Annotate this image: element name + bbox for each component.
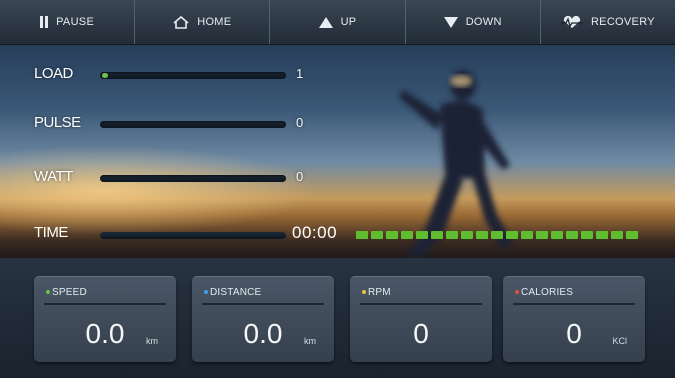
recovery-label: RECOVERY [590, 16, 655, 28]
pause-button[interactable]: PAUSE [0, 0, 136, 44]
time-value: 00:00 [292, 223, 338, 242]
home-icon [173, 15, 189, 29]
watt-bar [100, 175, 286, 182]
heart-recovery-icon [560, 15, 583, 29]
calories-card: CALORIES 0 KCl [503, 276, 645, 362]
pulse-metric: PULSE 0 [34, 114, 334, 134]
pause-icon [40, 16, 49, 28]
home-label: HOME [197, 16, 232, 28]
load-label: LOAD [34, 65, 73, 82]
pulse-bar [100, 121, 286, 128]
load-metric: LOAD 1 [34, 65, 334, 85]
speed-unit: km [146, 336, 158, 346]
calories-unit: KCl [612, 336, 627, 346]
hero-background: LOAD 1 PULSE 0 WATT 0 TIME 00:00 [0, 45, 675, 260]
watt-label: WATT [34, 168, 73, 185]
load-bar-indicator [102, 73, 108, 78]
time-progress-segment [386, 231, 398, 239]
time-progress-segment [506, 231, 518, 239]
home-button[interactable]: HOME [135, 0, 271, 44]
distance-divider [202, 303, 324, 305]
calories-dot [515, 290, 519, 294]
watt-value: 0 [296, 169, 304, 184]
time-progress-segment [521, 231, 533, 239]
pulse-value: 0 [296, 115, 304, 130]
watt-metric: WATT 0 [34, 168, 334, 188]
time-label: TIME [34, 224, 68, 241]
time-progress-segment [596, 231, 608, 239]
distance-title: DISTANCE [210, 287, 262, 298]
calories-divider [513, 303, 635, 305]
time-progress-segment [536, 231, 548, 239]
speed-card: SPEED 0.0 km [34, 276, 176, 362]
time-metric: TIME 00:00 [34, 223, 664, 245]
time-progress-segment [416, 231, 428, 239]
rpm-card: RPM 0 [350, 276, 492, 362]
top-toolbar: PAUSE HOME UP DOWN RECOVERY [0, 0, 675, 45]
time-progress-segment [566, 231, 578, 239]
down-button[interactable]: DOWN [406, 0, 541, 44]
time-progress-segment [401, 231, 413, 239]
up-label: UP [340, 16, 357, 28]
time-progress-segments [356, 231, 638, 239]
pause-label: PAUSE [56, 16, 95, 28]
time-progress-segment [611, 231, 623, 239]
stats-panel: SPEED 0.0 km DISTANCE 0.0 km RPM 0 CALOR… [0, 258, 675, 378]
time-progress-segment [461, 231, 473, 239]
time-progress-segment [356, 231, 368, 239]
distance-unit: km [304, 336, 316, 346]
speed-dot [46, 290, 50, 294]
time-bar [100, 232, 286, 239]
pulse-label: PULSE [34, 114, 81, 131]
rpm-divider [360, 303, 482, 305]
calories-title: CALORIES [521, 287, 574, 298]
time-progress-segment [491, 231, 503, 239]
up-arrow-icon [318, 16, 333, 28]
time-progress-segment [476, 231, 488, 239]
time-progress-segment [446, 231, 458, 239]
rpm-title: RPM [368, 287, 391, 298]
time-progress-segment [551, 231, 563, 239]
up-button[interactable]: UP [270, 0, 406, 44]
load-value: 1 [296, 66, 304, 81]
speed-title: SPEED [52, 287, 87, 298]
down-label: DOWN [465, 16, 502, 28]
time-progress-segment [431, 231, 443, 239]
time-progress-segment [371, 231, 383, 239]
load-bar [100, 72, 286, 79]
time-progress-segment [581, 231, 593, 239]
sunset-glow [0, 145, 320, 235]
distance-card: DISTANCE 0.0 km [192, 276, 334, 362]
recovery-button[interactable]: RECOVERY [541, 0, 675, 44]
rpm-dot [362, 290, 366, 294]
exercise-console-screen: PAUSE HOME UP DOWN RECOVERY LOAD 1 PULSE… [0, 0, 675, 378]
speed-divider [44, 303, 166, 305]
rpm-value: 0 [413, 318, 429, 349]
down-arrow-icon [443, 16, 458, 28]
distance-dot [204, 290, 208, 294]
time-progress-segment [626, 231, 638, 239]
